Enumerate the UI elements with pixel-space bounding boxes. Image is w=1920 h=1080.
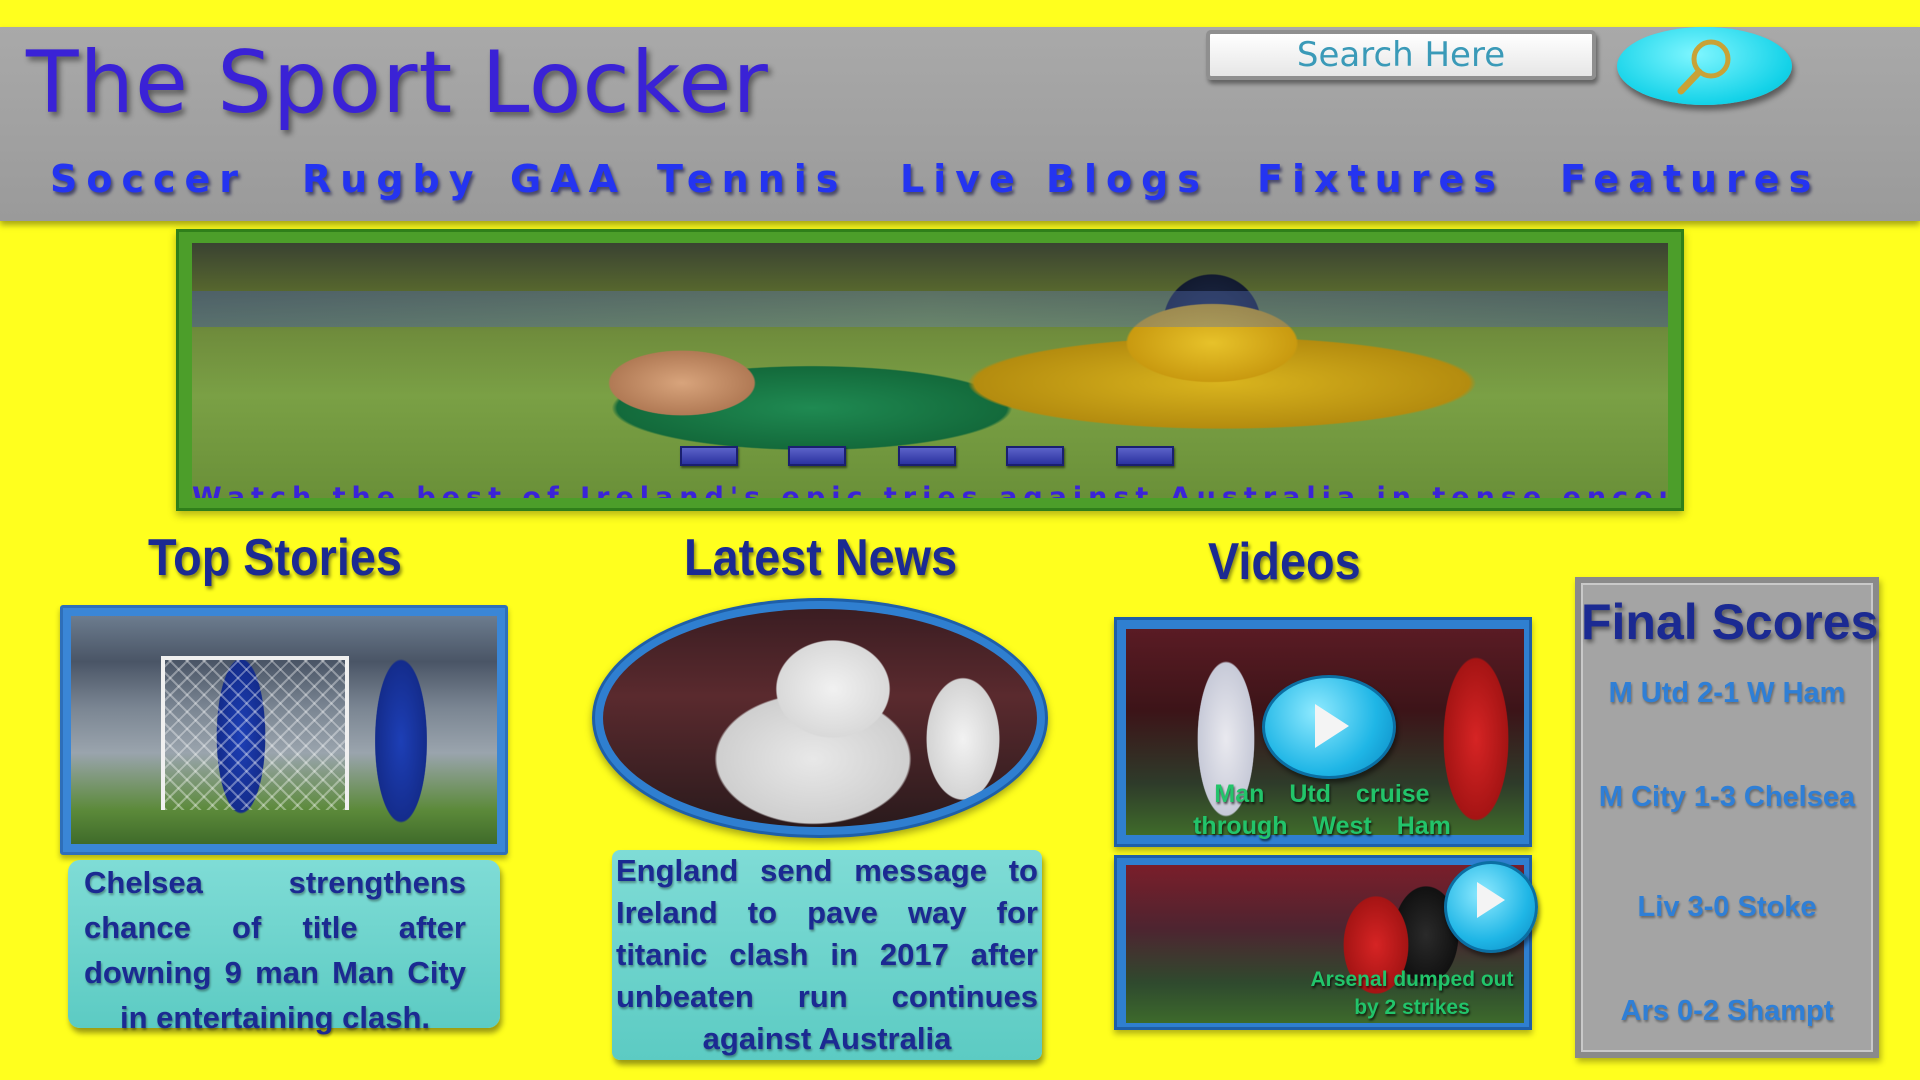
final-scores-heading: Final Scores	[1581, 594, 1879, 650]
banner-photo-advert-board	[192, 291, 1668, 327]
video-1-caption[interactable]: Man Utd cruise through West Ham	[1177, 778, 1467, 842]
nav-soccer[interactable]: Soccer	[50, 157, 247, 207]
slide-dot-5[interactable]	[1116, 446, 1174, 466]
nav-gaa[interactable]: GAA	[510, 157, 627, 207]
latest-news-photo[interactable]	[603, 609, 1037, 827]
top-story-text[interactable]: Chelsea strengthens chance of title afte…	[68, 860, 500, 1035]
banner-photo[interactable]: Watch the best of Ireland's epic tries a…	[192, 243, 1668, 498]
latest-news-image-frame[interactable]	[592, 598, 1048, 838]
score-item[interactable]: M Utd 2-1 W Ham	[1581, 677, 1873, 710]
play-icon[interactable]	[1262, 675, 1396, 779]
nav-live-blogs[interactable]: Live Blogs	[900, 157, 1209, 207]
play-icon[interactable]	[1444, 861, 1538, 953]
latest-news-heading: Latest News	[684, 529, 958, 587]
score-item[interactable]: Ars 0-2 Shampt	[1581, 995, 1873, 1028]
search-input[interactable]: Search Here	[1206, 30, 1596, 80]
search-button[interactable]	[1617, 27, 1792, 105]
slide-dot-4[interactable]	[1006, 446, 1064, 466]
slide-dot-2[interactable]	[788, 446, 846, 466]
magnifier-icon	[1677, 39, 1731, 95]
site-title[interactable]: The Sport Locker	[26, 33, 769, 133]
video-2-caption[interactable]: Arsenal dumped out by 2 strikes	[1297, 966, 1527, 1022]
top-story-image-frame[interactable]	[60, 605, 508, 855]
nav-features[interactable]: Features	[1560, 157, 1820, 207]
videos-heading: Videos	[1208, 533, 1361, 591]
goal-net-graphic	[161, 656, 349, 810]
final-scores-panel: Final Scores M Utd 2-1 W Ham M City 1-3 …	[1575, 577, 1879, 1058]
nav-rugby[interactable]: Rugby	[302, 157, 483, 207]
play-triangle-icon	[1477, 882, 1505, 918]
site-header: The Sport Locker Search Here Soccer Rugb…	[0, 27, 1920, 221]
video-card-1[interactable]: Man Utd cruise through West Ham	[1114, 617, 1532, 847]
top-stories-heading: Top Stories	[148, 529, 402, 587]
video-card-2[interactable]: Arsenal dumped out by 2 strikes	[1114, 855, 1538, 1030]
top-story-photo[interactable]	[71, 616, 497, 844]
banner-caption[interactable]: Watch the best of Ireland's epic tries a…	[192, 482, 1668, 498]
play-triangle-icon	[1315, 704, 1349, 748]
nav-fixtures[interactable]: Fixtures	[1257, 157, 1505, 207]
nav-tennis[interactable]: Tennis	[657, 157, 847, 207]
latest-news-text[interactable]: England send message to Ireland to pave …	[612, 850, 1042, 1060]
hero-banner[interactable]: Watch the best of Ireland's epic tries a…	[176, 229, 1684, 511]
slide-dot-3[interactable]	[898, 446, 956, 466]
slide-dot-1[interactable]	[680, 446, 738, 466]
score-item[interactable]: M City 1-3 Chelsea	[1581, 781, 1873, 814]
score-item[interactable]: Liv 3-0 Stoke	[1581, 891, 1873, 924]
